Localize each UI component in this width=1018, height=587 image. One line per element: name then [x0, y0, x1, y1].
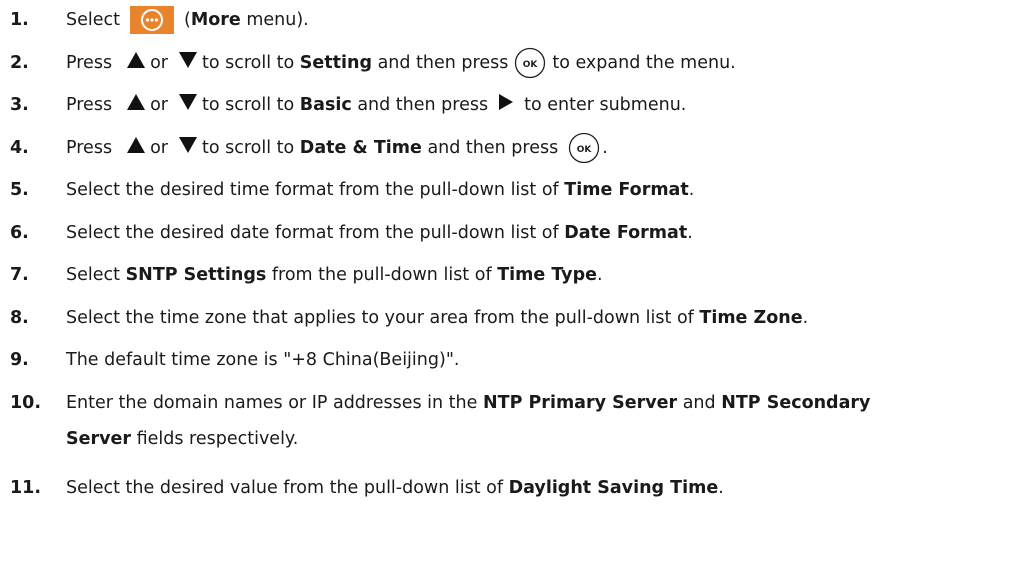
step-bold: Setting	[299, 53, 372, 73]
step-text: to scroll to	[201, 95, 295, 115]
step-text: Select the desired value from the pull-d…	[66, 478, 504, 498]
step-text: Select	[66, 10, 120, 30]
step-text: or	[150, 95, 168, 115]
more-menu-icon	[130, 6, 174, 34]
up-arrow-icon	[126, 93, 146, 118]
right-arrow-icon	[498, 93, 514, 118]
step-text: and then press	[357, 95, 489, 115]
step-text: to enter submenu.	[524, 95, 687, 115]
step-text: and then press	[427, 138, 559, 158]
ok-key-icon: OK	[568, 132, 600, 164]
step-bold: More	[190, 10, 241, 30]
step-bold: Server	[66, 429, 132, 449]
step-number: 6.	[10, 223, 29, 243]
step-text: to scroll to	[201, 53, 295, 73]
ok-key-label: OK	[577, 145, 593, 155]
up-arrow-icon	[126, 51, 146, 76]
step-text: Enter the domain names or IP addresses i…	[66, 393, 478, 413]
step-text: and then press	[377, 53, 509, 73]
step-bold: SNTP Settings	[125, 265, 267, 285]
step-text: .	[596, 265, 603, 285]
step-number: 4.	[10, 138, 29, 158]
step-text: .	[688, 180, 695, 200]
step-bold: NTP Primary Server	[482, 393, 678, 413]
down-arrow-icon	[178, 51, 198, 76]
step-text: Select the desired time format from the …	[66, 180, 559, 200]
step-text: .	[718, 478, 724, 498]
step-text: .	[802, 308, 809, 328]
step-number: 7.	[10, 265, 29, 285]
ok-key-label: OK	[523, 60, 539, 70]
ok-key-icon: OK	[514, 47, 546, 79]
step-bold: Time Format	[564, 180, 689, 200]
step-text: Select	[66, 265, 120, 285]
step-text: Press	[66, 53, 113, 73]
step-text: to expand the menu.	[552, 53, 736, 73]
step-bold: Basic	[299, 95, 352, 115]
step-number: 5.	[10, 180, 29, 200]
step-text: from the pull-down list of	[271, 265, 492, 285]
step-bold: Time Type	[497, 265, 597, 285]
step-number: 3.	[10, 95, 29, 115]
step-text: .	[602, 138, 608, 158]
up-arrow-icon	[126, 136, 146, 161]
step-bold: Date Format	[564, 223, 688, 243]
step-text: Select the desired date format from the …	[66, 223, 559, 243]
step-text: Press	[66, 138, 113, 158]
step-text: The default time zone is "+8 China(Beiji…	[66, 350, 460, 370]
step-text: .	[687, 223, 693, 243]
step-text: Select the time zone that applies to you…	[66, 308, 694, 328]
step-bold: Daylight Saving Time	[508, 478, 719, 498]
step-text: menu).	[240, 10, 309, 30]
step-bold: NTP Secondary	[721, 393, 871, 413]
step-bold: Date & Time	[299, 138, 422, 158]
step-number: 11.	[10, 478, 42, 498]
step-text: Press	[66, 95, 113, 115]
step-text: (	[184, 10, 191, 30]
step-text: or	[150, 138, 168, 158]
step-text: fields respectively.	[136, 429, 299, 449]
down-arrow-icon	[178, 93, 198, 118]
step-number: 8.	[10, 308, 29, 328]
down-arrow-icon	[178, 136, 198, 161]
step-number: 1.	[10, 10, 29, 30]
step-text: to scroll to	[201, 138, 295, 158]
step-number: 2.	[10, 53, 29, 73]
step-text: or	[150, 53, 168, 73]
step-number: 10.	[10, 393, 42, 413]
step-number: 9.	[10, 350, 29, 370]
step-bold: Time Zone	[699, 308, 803, 328]
step-text: and	[682, 393, 716, 413]
